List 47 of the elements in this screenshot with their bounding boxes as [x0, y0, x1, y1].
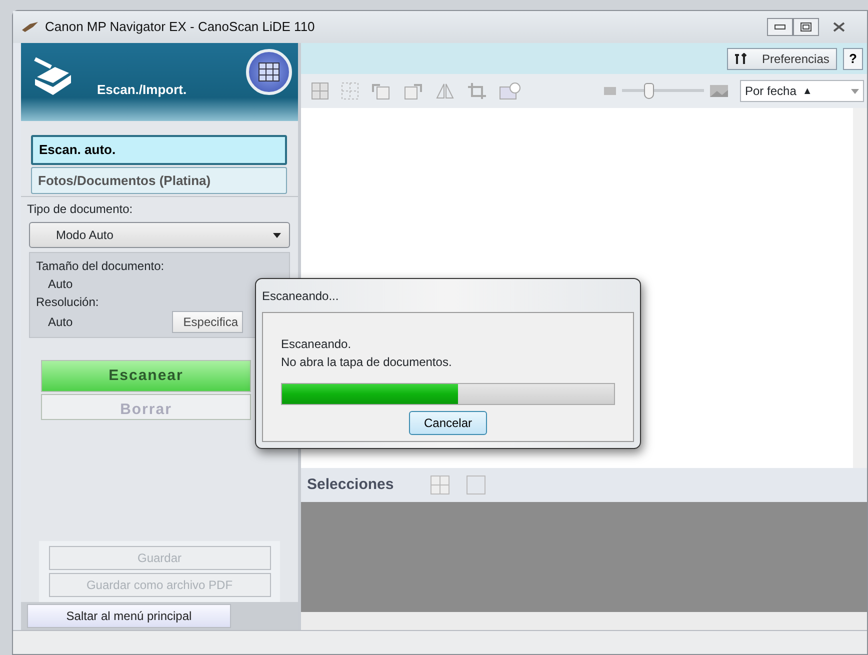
rotate-left-icon	[371, 82, 391, 100]
sort-label: Por fecha	[745, 83, 796, 100]
grid-icon	[430, 475, 450, 495]
scanner-app-icon	[21, 21, 39, 33]
large-image-icon	[710, 85, 728, 97]
slider-thumb[interactable]	[644, 83, 654, 99]
section-title: Escan./Import.	[97, 80, 187, 99]
sort-direction-arrow: ▲	[802, 84, 812, 98]
maximize-icon	[800, 22, 812, 32]
field-label: Tipo de documento:	[27, 201, 134, 218]
menu-grid-button[interactable]	[246, 49, 292, 95]
close-icon	[833, 22, 845, 32]
dialog-message: Escaneando.	[281, 336, 352, 353]
mirror-icon	[435, 82, 455, 100]
sort-select[interactable]: Por fecha ▲	[740, 80, 864, 102]
field-label: Tamaño del documento:	[36, 258, 166, 275]
square-icon	[466, 475, 486, 495]
document-type-select[interactable]: Modo Auto	[29, 222, 290, 248]
dropdown-arrow-icon	[273, 232, 281, 238]
vertical-scrollbar[interactable]	[853, 108, 867, 468]
section-title: Selecciones	[307, 474, 394, 495]
dialog-message: No abra la tapa de documentos.	[281, 354, 453, 371]
scan-button[interactable]: Escanear	[41, 360, 251, 392]
field-value: Auto	[48, 276, 74, 293]
small-image-icon	[604, 87, 616, 95]
main-menu-button[interactable]: Saltar al menú principal	[27, 604, 231, 628]
horizontal-scrollbar[interactable]	[301, 612, 867, 630]
dialog-title: Escaneando...	[262, 288, 339, 304]
window-title: Canon MP Navigator EX - CanoScan LiDE 110	[45, 18, 315, 36]
tools-icon	[734, 52, 748, 64]
specify-button[interactable]: Especifica	[172, 311, 243, 333]
mode-tab[interactable]: Fotos/Documentos (Platina)	[31, 166, 287, 194]
minimize-button[interactable]	[767, 18, 793, 36]
image-info-icon	[499, 82, 521, 100]
help-button[interactable]: ?	[843, 48, 863, 70]
cancel-button[interactable]: Cancelar	[408, 411, 488, 435]
dropdown-arrow-icon	[851, 88, 859, 94]
grid-icon	[258, 62, 280, 82]
grid-icon	[311, 82, 329, 100]
rotate-right-icon	[403, 82, 423, 100]
crop-icon	[467, 82, 487, 100]
minimize-icon	[774, 24, 786, 30]
preferences-button[interactable]: Preferencias	[727, 48, 837, 70]
field-value: Auto	[48, 314, 73, 331]
dotted-grid-icon	[341, 82, 359, 100]
maximize-button[interactable]	[793, 18, 819, 36]
mode-tab[interactable]: Escan. auto.	[31, 135, 287, 164]
